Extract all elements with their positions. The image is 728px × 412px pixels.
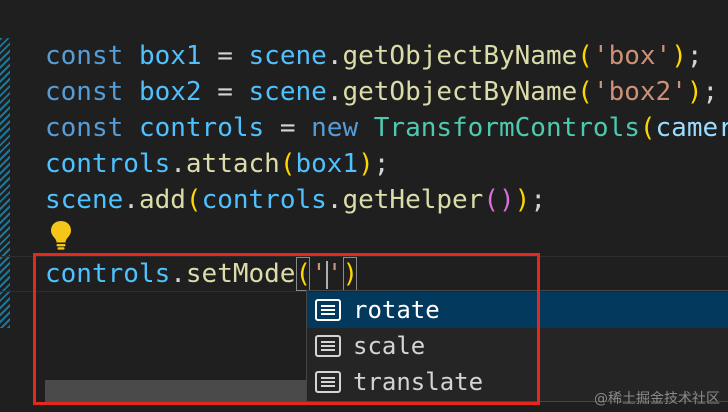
paren-open: ( — [577, 77, 593, 107]
paren-close-inner: ) — [499, 185, 515, 215]
object-name: controls — [45, 259, 171, 289]
dot: . — [326, 41, 343, 71]
paren-open: ( — [185, 185, 202, 215]
variable-name: box2 — [138, 77, 202, 107]
variable-name: controls — [138, 113, 265, 143]
operator: = — [201, 41, 249, 71]
paren-open-inner: ( — [483, 185, 499, 215]
lightbulb-icon[interactable] — [50, 220, 72, 250]
string-literal: 'box2' — [592, 77, 687, 107]
function-name-2: getHelper — [342, 185, 484, 215]
code-line-4[interactable]: controls.attach(box1); — [45, 146, 389, 182]
function-name: attach — [185, 149, 280, 179]
paren-close: ) — [358, 149, 374, 179]
quote-open: ' — [311, 259, 327, 289]
function-name: setMode — [185, 259, 296, 289]
operator: = — [201, 77, 249, 107]
semicolon: ; — [702, 77, 719, 107]
paren-close-matched: ) — [342, 256, 358, 292]
object-name: scene — [248, 41, 327, 71]
text-icon — [315, 335, 341, 357]
code-line-3[interactable]: const controls = new TransformControls(c… — [45, 110, 728, 146]
keyword: const — [45, 41, 124, 71]
argument: box1 — [295, 149, 359, 179]
suggestion-label: scale — [353, 332, 426, 360]
keyword: const — [45, 113, 124, 143]
argument: camera — [655, 113, 728, 143]
operator: = — [264, 113, 312, 143]
keyword: const — [45, 77, 124, 107]
horizontal-scrollbar[interactable] — [45, 380, 307, 402]
semicolon: ; — [373, 149, 390, 179]
autocomplete-suggestions[interactable]: rotate scale translate — [306, 290, 728, 402]
paren-close: ) — [514, 185, 531, 215]
paren-open: ( — [279, 149, 296, 179]
variable-name: box1 — [138, 41, 202, 71]
quote-close: ' — [326, 259, 343, 289]
function-name: getObjectByName — [342, 41, 578, 71]
string-literal: 'box' — [592, 41, 672, 71]
semicolon: ; — [530, 185, 546, 215]
dot: . — [326, 77, 343, 107]
paren-close: ) — [686, 77, 703, 107]
code-line-7[interactable]: controls.setMode('') — [45, 256, 358, 292]
suggestion-label: rotate — [353, 296, 440, 324]
suggestion-item-rotate[interactable]: rotate — [307, 292, 728, 328]
function-name: add — [138, 185, 186, 215]
object-name: scene — [248, 77, 327, 107]
text-icon — [315, 371, 341, 393]
paren-open: ( — [577, 41, 593, 71]
text-icon — [315, 299, 341, 321]
suggestion-label: translate — [353, 368, 484, 396]
function-name: getObjectByName — [342, 77, 578, 107]
dot: . — [170, 149, 186, 179]
class-name: TransformControls — [373, 113, 640, 143]
suggestion-item-scale[interactable]: scale — [307, 328, 728, 364]
paren-open-matched: ( — [295, 256, 311, 292]
dot: . — [326, 185, 343, 215]
paren-open: ( — [639, 113, 656, 143]
object-name-2: controls — [201, 185, 327, 215]
semicolon: ; — [686, 41, 703, 71]
code-editor[interactable]: const box1 = scene.getObjectByName('box'… — [0, 0, 728, 412]
dot: . — [170, 259, 186, 289]
object-name: controls — [45, 149, 171, 179]
dot: . — [123, 185, 139, 215]
code-line-1[interactable]: const box1 = scene.getObjectByName('box'… — [45, 38, 703, 74]
new-keyword: new — [311, 113, 359, 143]
code-line-5[interactable]: scene.add(controls.getHelper()); — [45, 182, 546, 218]
object-name: scene — [45, 185, 124, 215]
code-line-2[interactable]: const box2 = scene.getObjectByName('box2… — [45, 74, 718, 110]
paren-close: ) — [671, 41, 687, 71]
watermark: @稀土掘金技术社区 — [594, 391, 720, 407]
